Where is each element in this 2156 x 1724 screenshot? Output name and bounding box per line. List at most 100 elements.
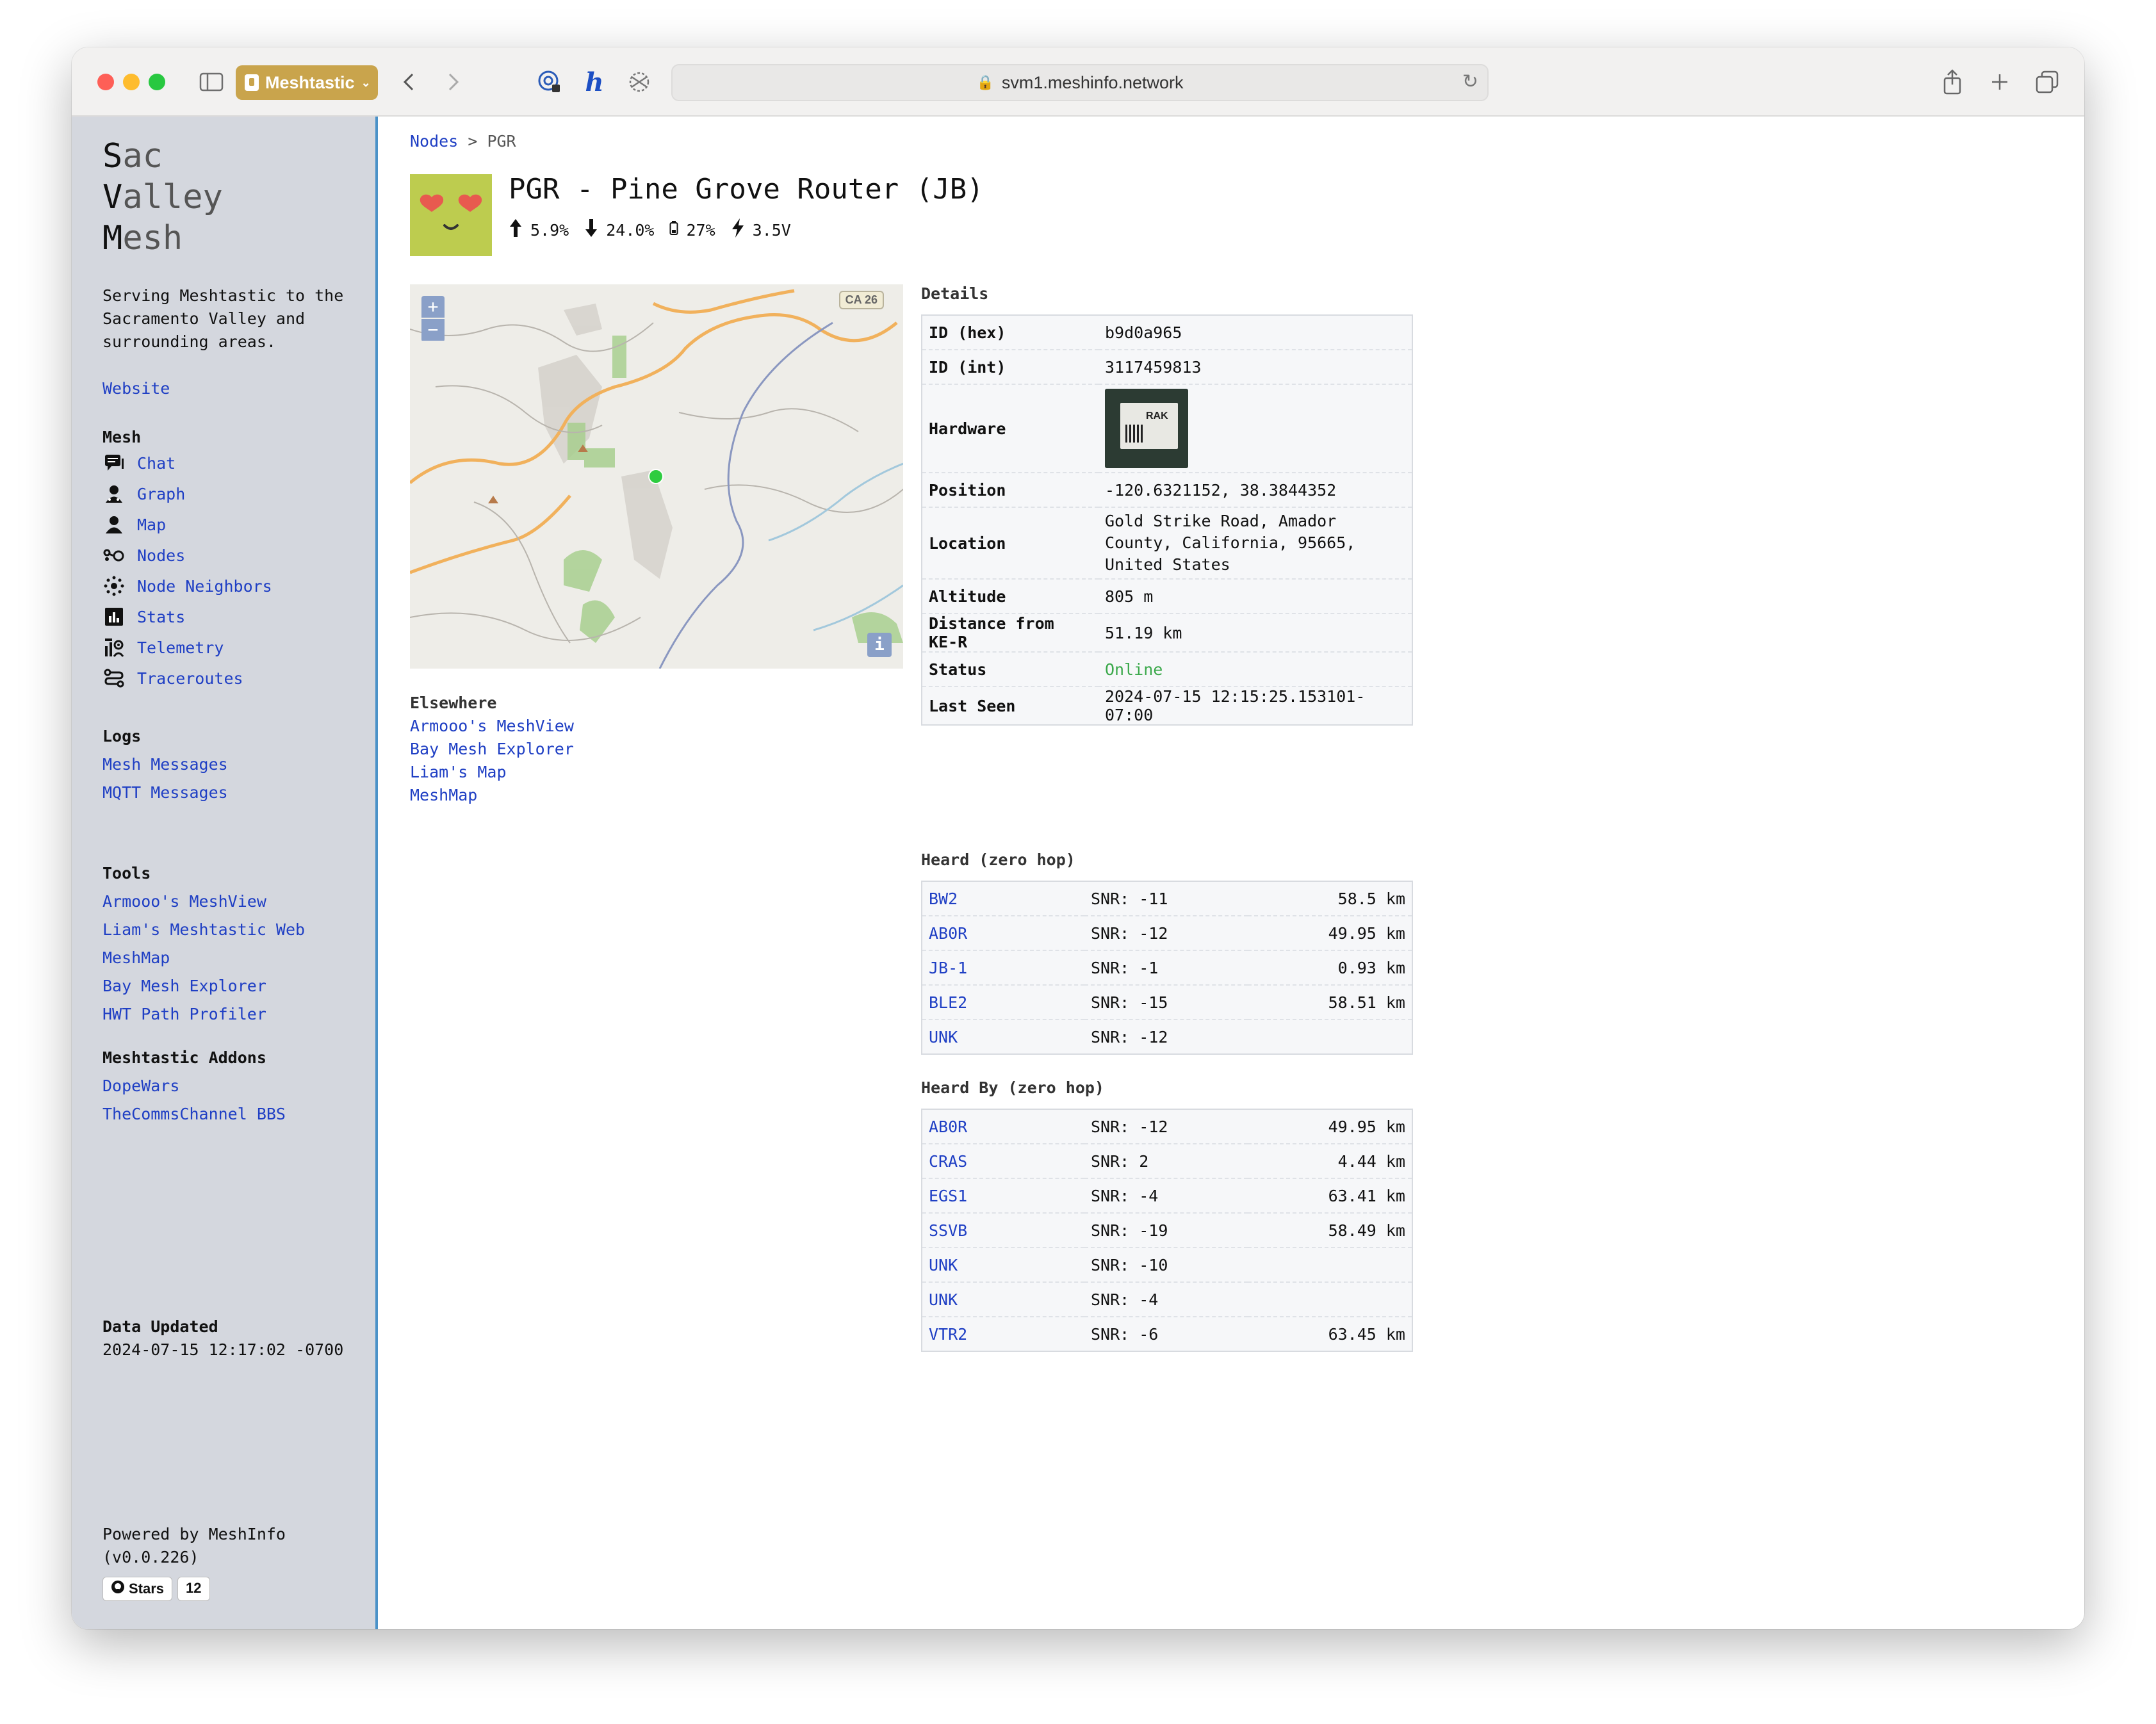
node-link[interactable]: UNK [929,1290,958,1309]
tab-group-button[interactable]: Meshtastic ⌄ [236,65,378,100]
tab-overview-icon[interactable] [2030,65,2064,99]
details-row: Status Online [922,651,1412,687]
sidebar-item-chat[interactable]: Chat [102,448,272,478]
sidebar-item-graph[interactable]: Graph [102,478,272,509]
website-link[interactable]: Website [102,379,170,398]
logo-letter: M [102,219,123,257]
sidebar-item-label[interactable]: Map [137,516,166,534]
github-stars-widget: Stars 12 [102,1577,210,1601]
addons-link[interactable]: TheCommsChannel BBS [102,1105,286,1123]
elsewhere-section: Elsewhere Armooo's MeshView Bay Mesh Exp… [410,692,574,807]
distance-cell [1248,1019,1412,1054]
chat-icon [102,452,126,474]
node-link[interactable]: SSVB [929,1221,967,1240]
zoom-out-button[interactable]: − [421,319,445,341]
distance-cell: 63.45 km [1248,1316,1412,1351]
extension-h-icon[interactable]: h [578,65,611,99]
distance-cell [1248,1247,1412,1282]
voltage-value: 3.5V [752,220,791,240]
reload-icon[interactable]: ↻ [1462,70,1478,93]
node-link[interactable]: UNK [929,1256,958,1274]
sidebar-item-label[interactable]: Node Neighbors [137,577,272,596]
extension-network-icon[interactable] [623,65,656,99]
node-link[interactable]: CRAS [929,1152,967,1171]
site-logo[interactable]: Sac Valley Mesh [102,136,223,259]
address-bar[interactable]: 🔒 svm1.meshinfo.network ↻ [671,64,1489,101]
github-stars-button[interactable]: Stars [102,1577,173,1601]
stats-icon [102,606,126,628]
snr-cell: SNR: -12 [1091,1117,1168,1136]
battery-icon [669,220,678,240]
sidebar-item-label[interactable]: Stats [137,608,185,626]
table-row: UNK SNR: -10 [922,1247,1412,1282]
tools-link[interactable]: MeshMap [102,948,170,967]
sidebar-item-map[interactable]: Map [102,509,272,540]
logs-link-mqtt-messages[interactable]: MQTT Messages [102,783,228,802]
page-title: PGR - Pine Grove Router (JB) [509,173,984,206]
snr-cell: SNR: -15 [1084,984,1248,1020]
node-link[interactable]: AB0R [929,924,967,943]
minimize-window-button[interactable] [123,74,140,90]
elsewhere-link[interactable]: Bay Mesh Explorer [410,740,574,758]
snr-cell: SNR: -1 [1084,950,1248,985]
logs-link-mesh-messages[interactable]: Mesh Messages [102,755,228,774]
breadcrumb-nodes-link[interactable]: Nodes [410,132,458,150]
tools-link[interactable]: Armooo's MeshView [102,892,266,911]
sidebar-item-nodes[interactable]: Nodes [102,540,272,571]
extension-privacy-icon[interactable] [533,65,566,99]
sidebar-item-stats[interactable]: Stats [102,601,272,632]
close-window-button[interactable] [97,74,114,90]
map-info-button[interactable]: i [867,633,892,657]
node-map[interactable]: CA 26 + − i [410,284,903,669]
addons-link[interactable]: DopeWars [102,1077,179,1095]
heard-table: BW2 SNR: -11 58.5 km AB0R SNR: -12 49.95 km … [921,881,1413,1055]
sidebar-item-label[interactable]: Graph [137,485,185,503]
detail-value: 2024-07-15 12:15:25.153101-07:00 [1098,686,1412,725]
node-link[interactable]: VTR2 [929,1325,967,1344]
powered-by: Powered by MeshInfo (v0.0.226) [102,1523,286,1569]
battery-value: 27% [686,220,715,240]
sidebar-item-label[interactable]: Traceroutes [137,669,243,688]
sidebar-item-node-neighbors[interactable]: Node Neighbors [102,571,272,601]
github-stars-count[interactable]: 12 [177,1577,210,1601]
sidebar-item-label[interactable]: Telemetry [137,638,224,657]
sidebar-item-traceroutes[interactable]: Traceroutes [102,663,272,694]
node-link[interactable]: JB-1 [929,959,967,977]
back-button[interactable] [392,65,425,99]
new-tab-icon[interactable] [1983,65,2016,99]
tools-link[interactable]: Liam's Meshtastic Web [102,920,305,939]
distance-cell: 49.95 km [1328,1117,1405,1136]
table-row: VTR2 SNR: -6 63.45 km [922,1316,1412,1351]
addons-section-title: Meshtastic Addons [102,1048,266,1067]
sidebar-item-label[interactable]: Nodes [137,546,185,565]
node-link[interactable]: BLE2 [929,993,967,1012]
breadcrumb-separator: > [468,132,478,150]
share-icon[interactable] [1936,65,1969,99]
node-link[interactable]: EGS1 [929,1187,967,1205]
sidebar-item-label[interactable]: Chat [137,454,176,473]
tools-link[interactable]: HWT Path Profiler [102,1005,266,1023]
table-row: BLE2 SNR: -15 58.51 km [922,984,1412,1020]
tools-link[interactable]: Bay Mesh Explorer [102,977,266,995]
sidebar-item-telemetry[interactable]: Telemetry [102,632,272,663]
sidebar-toggle-icon[interactable] [195,65,228,99]
hardware-module: RAK [1120,403,1178,449]
node-link[interactable]: UNK [929,1028,958,1046]
elsewhere-link[interactable]: Liam's Map [410,763,507,781]
node-link[interactable]: BW2 [929,890,958,908]
zoom-window-button[interactable] [149,74,165,90]
table-row: AB0R SNR: -12 49.95 km [922,1109,1412,1144]
zoom-in-button[interactable]: + [421,296,445,318]
table-row: EGS1 SNR: -4 63.41 km [922,1178,1412,1213]
table-row: JB-1 SNR: -1 0.93 km [922,950,1412,985]
neighbors-icon [102,575,126,597]
heard-title: Heard (zero hop) [921,850,1075,869]
table-row: UNK SNR: -4 [922,1281,1412,1317]
node-link[interactable]: AB0R [929,1118,967,1136]
battery-stat: 27% [669,220,715,240]
elsewhere-link[interactable]: MeshMap [410,786,477,804]
tools-section-title: Tools [102,864,151,882]
forward-button[interactable] [437,65,470,99]
distance-cell: 58.51 km [1248,984,1412,1020]
elsewhere-link[interactable]: Armooo's MeshView [410,717,574,735]
